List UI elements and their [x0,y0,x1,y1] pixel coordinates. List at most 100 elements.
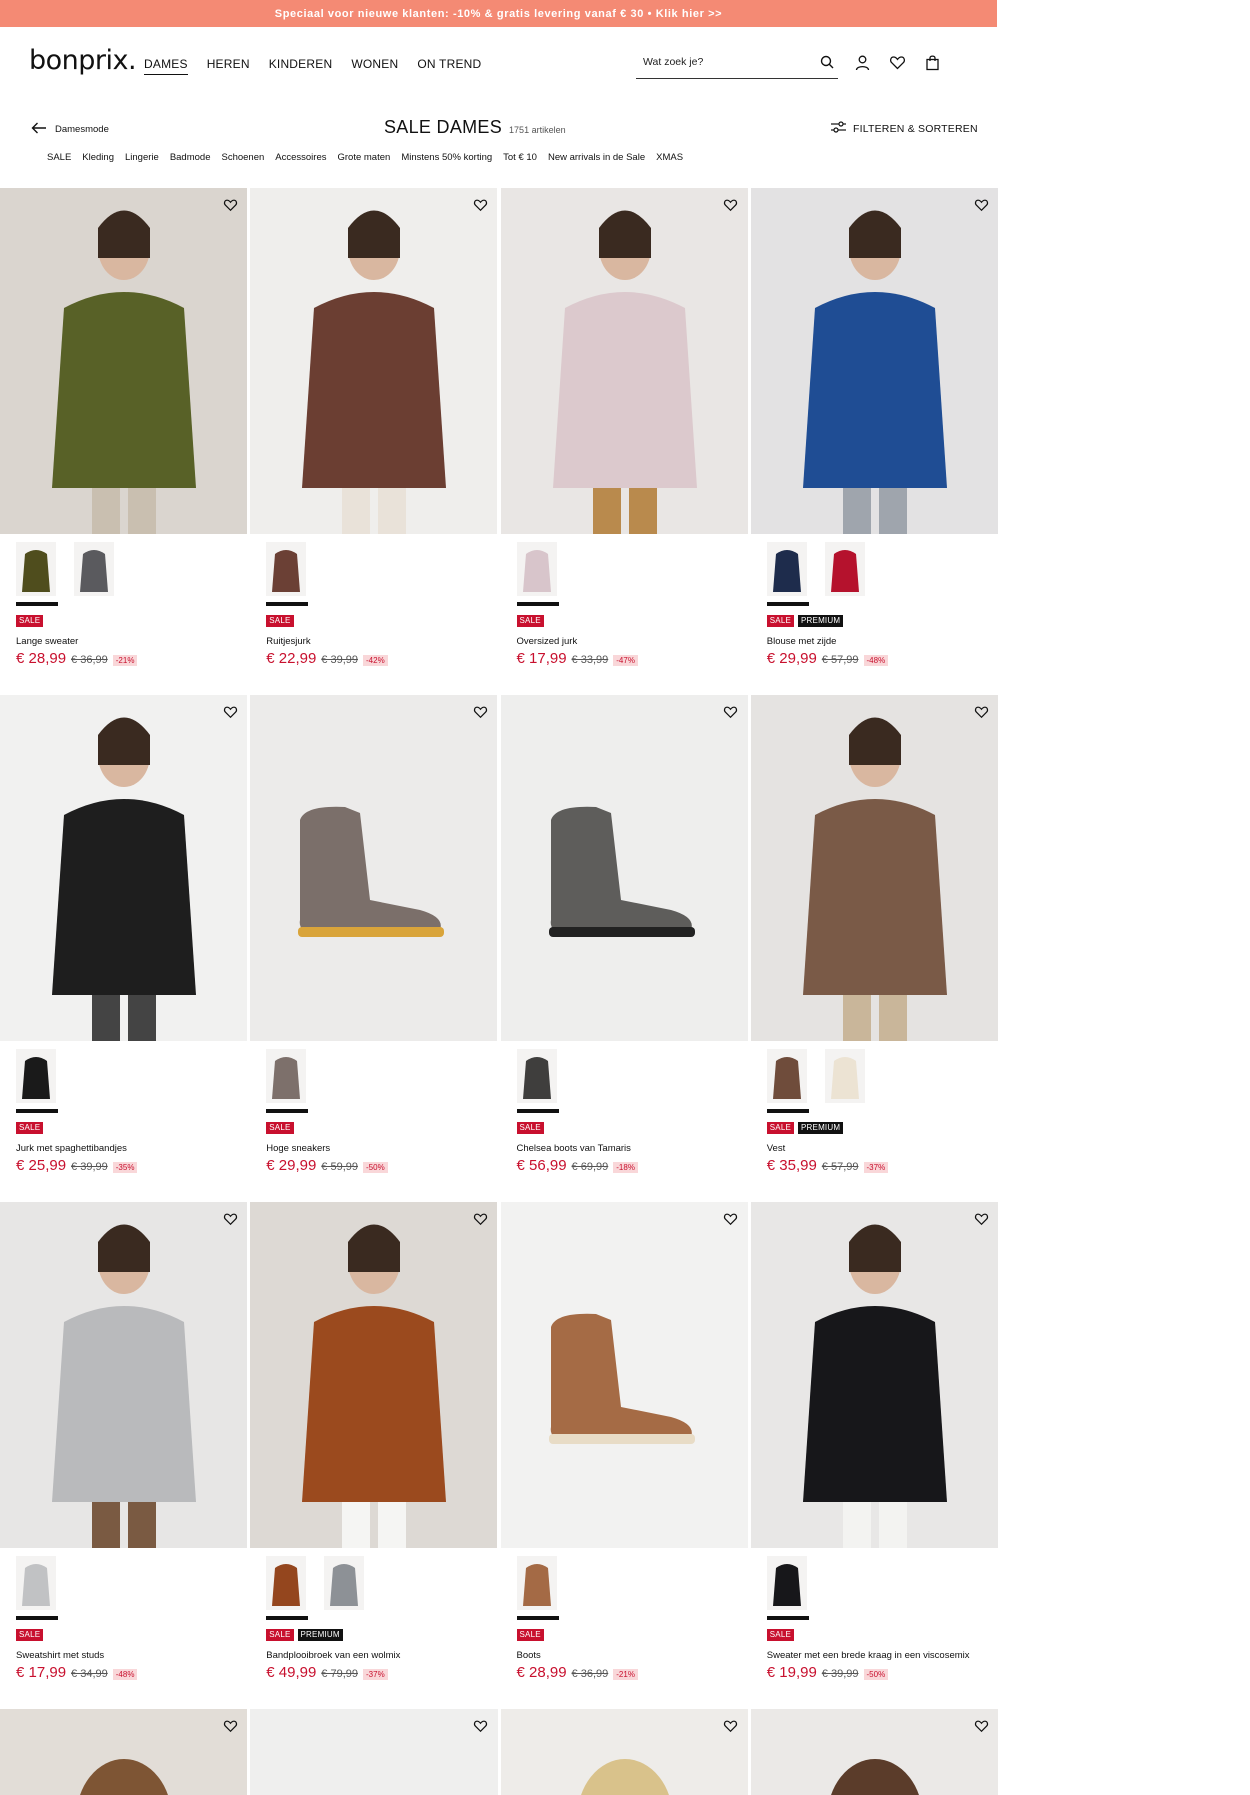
nav-item-on-trend[interactable]: ON TREND [417,57,481,75]
wishlist-heart-icon[interactable] [471,702,491,722]
logo[interactable]: bonprix. [29,45,137,76]
product-name[interactable]: Hoge sneakers [266,1143,330,1154]
color-swatch[interactable] [824,542,865,596]
product-image[interactable] [500,1709,748,1795]
product-image[interactable] [250,695,498,1041]
product-image[interactable] [500,188,748,534]
product-name[interactable]: Bandplooibroek van een wolmix [266,1650,400,1661]
color-swatch[interactable] [766,1049,807,1103]
wishlist-heart-icon[interactable] [721,195,741,215]
wishlist-heart-icon[interactable] [471,1716,491,1736]
wishlist-heart-icon[interactable] [971,1209,991,1229]
nav-item-wonen[interactable]: WONEN [351,57,398,75]
product-image[interactable] [500,1202,748,1548]
search-input[interactable] [636,56,806,68]
product-card[interactable]: SALE Ruitjesjurk € 22,99 € 39,99 -42% [250,188,498,695]
cart-icon[interactable] [924,54,941,71]
product-image[interactable] [250,1202,498,1548]
wishlist-heart-icon[interactable] [471,195,491,215]
product-name[interactable]: Boots [517,1650,541,1661]
product-image[interactable] [0,695,247,1041]
color-swatch[interactable] [266,542,307,596]
category-link-sale[interactable]: SALE [47,152,71,163]
wishlist-icon[interactable] [889,54,906,71]
product-name[interactable]: Lange sweater [16,636,78,647]
product-card[interactable]: SALE Hoge sneakers € 29,99 € 59,99 -50% [250,695,498,1202]
wishlist-heart-icon[interactable] [471,1209,491,1229]
color-swatch[interactable] [824,1049,865,1103]
color-swatch[interactable] [74,542,114,596]
category-link-new-arrivals[interactable]: New arrivals in de Sale [548,152,645,163]
nav-item-dames[interactable]: DAMES [144,57,188,75]
product-card[interactable]: SALE Oversized jurk € 17,99 € 33,99 -47% [500,188,748,695]
product-card[interactable]: SALE Sweatshirt met studs € 17,99 € 34,9… [0,1202,247,1709]
category-link-xmas[interactable]: XMAS [656,152,683,163]
product-image[interactable] [0,1202,247,1548]
color-swatch[interactable] [766,542,807,596]
wishlist-heart-icon[interactable] [220,1209,240,1229]
product-name[interactable]: Sweater met een brede kraag in een visco… [767,1650,970,1661]
wishlist-heart-icon[interactable] [721,702,741,722]
product-name[interactable]: Chelsea boots van Tamaris [517,1143,631,1154]
product-name[interactable]: Jurk met spaghettibandjes [16,1143,127,1154]
search-icon[interactable] [820,55,834,74]
category-link-schoenen[interactable]: Schoenen [221,152,264,163]
product-card[interactable]: SALE Lange sweater € 28,99 € 36,99 -21% [0,188,247,695]
category-link-grote-maten[interactable]: Grote maten [338,152,391,163]
color-swatch[interactable] [324,1556,365,1610]
wishlist-heart-icon[interactable] [971,702,991,722]
promo-banner[interactable]: Speciaal voor nieuwe klanten: -10% & gra… [0,0,997,27]
wishlist-heart-icon[interactable] [971,1716,991,1736]
back-link[interactable]: Damesmode [31,122,109,137]
color-swatch[interactable] [16,1556,56,1610]
color-swatch[interactable] [16,1049,56,1103]
color-swatch[interactable] [516,1049,557,1103]
product-card[interactable]: SALE PREMIUM Blouse met zijde € 29,99 € 5… [750,188,998,695]
wishlist-heart-icon[interactable] [721,1716,741,1736]
product-image[interactable] [750,695,998,1041]
color-swatch[interactable] [266,1556,307,1610]
filter-sort-button[interactable]: FILTEREN & SORTEREN [831,121,978,136]
category-link-badmode[interactable]: Badmode [170,152,211,163]
wishlist-heart-icon[interactable] [220,1716,240,1736]
category-link-lingerie[interactable]: Lingerie [125,152,159,163]
product-card[interactable] [250,1709,498,1795]
product-name[interactable]: Sweatshirt met studs [16,1650,104,1661]
product-card[interactable]: SALE PREMIUM Bandplooibroek van een wolmi… [250,1202,498,1709]
product-image[interactable] [500,695,748,1041]
color-swatch[interactable] [266,1049,307,1103]
product-image[interactable] [0,188,247,534]
account-icon[interactable] [854,54,871,71]
nav-item-heren[interactable]: HEREN [207,57,250,75]
color-swatch[interactable] [516,542,557,596]
product-name[interactable]: Oversized jurk [517,636,578,647]
product-card[interactable]: SALE Jurk met spaghettibandjes € 25,99 €… [0,695,247,1202]
wishlist-heart-icon[interactable] [721,1209,741,1229]
product-card[interactable]: SALE Sweater met een brede kraag in een … [750,1202,998,1709]
wishlist-heart-icon[interactable] [220,195,240,215]
product-image[interactable] [250,1709,498,1795]
category-link-accessoires[interactable]: Accessoires [275,152,326,163]
product-image[interactable] [750,188,998,534]
nav-item-kinderen[interactable]: KINDEREN [269,57,333,75]
product-card[interactable]: SALE Boots € 28,99 € 36,99 -21% [500,1202,748,1709]
category-link-kleding[interactable]: Kleding [82,152,114,163]
product-image[interactable] [0,1709,248,1795]
product-image[interactable] [250,188,498,534]
product-card[interactable]: SALE Chelsea boots van Tamaris € 56,99 €… [500,695,748,1202]
color-swatch[interactable] [516,1556,557,1610]
product-name[interactable]: Ruitjesjurk [266,636,310,647]
category-link-50-korting[interactable]: Minstens 50% korting [401,152,492,163]
color-swatch[interactable] [16,542,56,596]
category-link-tot-10[interactable]: Tot € 10 [503,152,537,163]
wishlist-heart-icon[interactable] [971,195,991,215]
product-name[interactable]: Blouse met zijde [767,636,837,647]
product-image[interactable] [750,1202,998,1548]
product-card[interactable] [0,1709,248,1795]
product-image[interactable] [750,1709,998,1795]
wishlist-heart-icon[interactable] [220,702,240,722]
product-card[interactable] [750,1709,998,1795]
color-swatch[interactable] [766,1556,807,1610]
product-card[interactable] [500,1709,748,1795]
product-card[interactable]: SALE PREMIUM Vest € 35,99 € 57,99 -37% [750,695,998,1202]
